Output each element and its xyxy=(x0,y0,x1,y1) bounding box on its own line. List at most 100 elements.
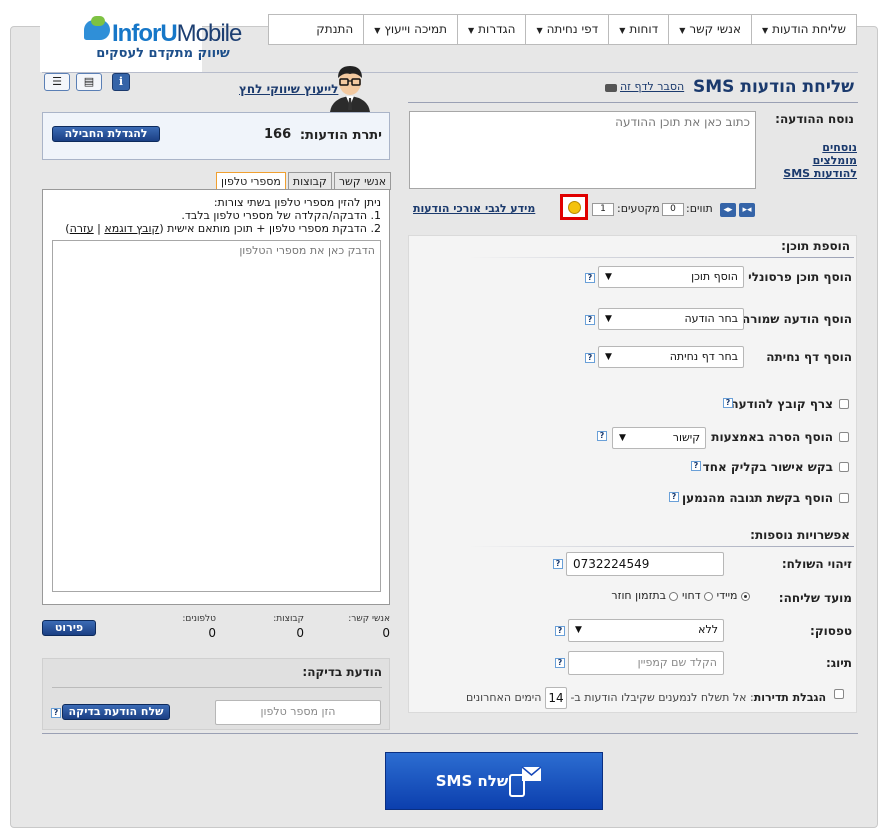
help-icon[interactable]: ? xyxy=(669,492,679,502)
help-icon[interactable]: ? xyxy=(597,431,607,441)
help-icon[interactable]: ? xyxy=(553,559,563,569)
details-button[interactable]: פירוט xyxy=(42,620,96,636)
extra-options-divider xyxy=(468,546,854,547)
tab-phone-numbers[interactable]: מספרי טלפון xyxy=(216,172,286,190)
recipient-tabs: אנשי קשר קבוצות מספרי טלפון xyxy=(214,172,392,190)
phone-instructions: ניתן להזין מספרי טלפון בשתי צורות: 1. הד… xyxy=(65,196,381,235)
landing-page-label: הוסף דף נחיתה xyxy=(766,350,852,364)
attach-file-checkbox[interactable] xyxy=(839,399,849,409)
help-icon[interactable]: ? xyxy=(555,626,565,636)
header-divider xyxy=(42,72,858,73)
phone-numbers-textarea[interactable]: הדבק כאן את מספרי הטלפון xyxy=(52,240,381,592)
upgrade-package-button[interactable]: להגדלת החבילה xyxy=(52,126,160,142)
help-icon[interactable]: ? xyxy=(51,708,61,718)
help-link[interactable]: הסבר לדף זה xyxy=(620,80,684,93)
credit-value: 166 xyxy=(264,127,292,142)
page-title: שליחת הודעות SMS xyxy=(693,77,854,97)
nav-support[interactable]: תמיכה וייעוץ▼ xyxy=(363,15,457,44)
frequency-limit-suffix: הימים האחרונים xyxy=(465,691,542,704)
radio-recurring[interactable] xyxy=(669,591,679,601)
one-click-label: בקש אישור בקליק אחד xyxy=(702,460,833,474)
frequency-limit-label: הגבלת תדירות xyxy=(753,691,826,704)
chars-label: תווים: xyxy=(686,202,713,215)
instructions-option-2: 2. הדבקת מספרי טלפון + תוכן מותאם אישית … xyxy=(65,222,381,235)
segments-label: מקטעים: xyxy=(617,202,660,215)
unsubscribe-checkbox[interactable] xyxy=(839,432,849,442)
one-click-checkbox[interactable] xyxy=(839,462,849,472)
help-link[interactable]: עזרה xyxy=(70,222,94,235)
frequency-limit-text: : אל תשלח לנמענים שקיבלו הודעות ב- xyxy=(570,691,754,704)
send-test-button[interactable]: שלח הודעת בדיקה xyxy=(62,704,170,720)
saved-message-select[interactable]: בחר הודעה ▼ xyxy=(598,308,744,330)
marketing-consult-link[interactable]: לייעוץ שיווקי לחץ xyxy=(239,82,338,96)
nav-contacts[interactable]: אנשי קשר▼ xyxy=(668,15,751,44)
help-icon[interactable]: ? xyxy=(691,461,701,471)
frequency-limit-row: הגבלת תדירות: אל תשלח לנמענים שקיבלו הוד… xyxy=(466,687,826,709)
frequency-limit-checkbox[interactable] xyxy=(834,689,844,699)
radio-delayed-label: דחוי xyxy=(681,589,701,602)
send-sms-button[interactable]: שלח SMS xyxy=(385,752,603,810)
personal-content-select[interactable]: הוסף תוכן ▼ xyxy=(598,266,744,288)
help-icon[interactable]: ? xyxy=(555,658,565,668)
message-label: נוסח ההודעה: xyxy=(775,112,854,126)
credit-label: יתרת הודעות: xyxy=(299,128,382,143)
logo-text: InforUMobile xyxy=(112,20,242,47)
info-icon[interactable]: i xyxy=(112,73,130,91)
help-icon[interactable]: ? xyxy=(585,353,595,363)
help-icon[interactable]: ? xyxy=(723,398,733,408)
sender-id-input[interactable]: 0732224549 xyxy=(566,552,724,576)
recommended-texts-link[interactable]: נוסחים מומלצים להודעות SMS xyxy=(781,141,857,180)
nav-reports[interactable]: דוחות▼ xyxy=(608,15,668,44)
template-select[interactable]: ללא ▼ xyxy=(568,619,724,642)
radio-recurring-label: בתזמון חוזר xyxy=(611,589,666,602)
flag-icon[interactable]: ▤ xyxy=(76,73,102,91)
layout-icon[interactable]: ☰ xyxy=(44,73,70,91)
nav-logout[interactable]: התנתק xyxy=(306,15,363,44)
landing-page-select[interactable]: בחר דף נחיתה ▼ xyxy=(598,346,744,368)
test-message-title: הודעת בדיקה: xyxy=(302,665,382,679)
sample-file-link[interactable]: קובץ דוגמא xyxy=(104,222,159,235)
add-content-divider xyxy=(468,257,854,258)
attach-file-label: צרף קובץ להודעה xyxy=(730,397,833,411)
tab-groups[interactable]: קבוצות xyxy=(287,172,332,190)
tab-contacts[interactable]: אנשי קשר xyxy=(333,172,392,190)
instructions-option-1: 1. הדבקה/הקלדה של מספרי טלפון בלבד. xyxy=(181,209,381,222)
saved-message-label: הוסף הודעה שמורה xyxy=(742,312,852,326)
logo[interactable]: InforUMobile שיווק מתקדם לעסקים xyxy=(40,8,242,72)
main-nav: שליחת הודעות▼ אנשי קשר▼ דוחות▼ דפי נחיתה… xyxy=(268,14,857,45)
tag-input[interactable]: הקלד שם קמפיין xyxy=(568,651,724,675)
reply-request-label: הוסף בקשת תגובה מהנמען xyxy=(681,491,833,505)
help-icon[interactable]: ? xyxy=(585,273,595,283)
phone-envelope-icon xyxy=(509,766,542,797)
text-direction-icon[interactable]: ▸◂ xyxy=(739,203,755,217)
phones-count: טלפונים: 0 xyxy=(182,614,216,640)
long-messages-link[interactable]: מידע לגבי אורכי הודעות xyxy=(413,202,535,215)
sender-id-label: זיהוי השולח: xyxy=(781,557,852,571)
reply-request-checkbox[interactable] xyxy=(839,493,849,503)
tag-label: תיוג: xyxy=(825,656,852,670)
nav-settings[interactable]: הגדרות▼ xyxy=(457,15,525,44)
print-icon[interactable] xyxy=(605,84,617,92)
frequency-days-input[interactable]: 14 xyxy=(544,687,567,709)
message-textarea[interactable]: כתוב כאן את תוכן ההודעה xyxy=(409,111,756,189)
segments-count: 1 xyxy=(592,203,614,216)
footer-divider xyxy=(42,733,858,734)
nav-send-messages[interactable]: שליחת הודעות▼ xyxy=(750,15,856,44)
help-icon[interactable]: ? xyxy=(585,315,595,325)
personal-content-label: הוסף תוכן פרסונלי xyxy=(748,270,852,284)
smiley-icon xyxy=(568,201,581,214)
emoji-button[interactable] xyxy=(560,194,588,220)
instructions-line: ניתן להזין מספרי טלפון בשתי צורות: xyxy=(213,196,381,209)
contacts-count: אנשי קשר: 0 xyxy=(348,614,390,640)
unsubscribe-label: הוסף הסרה באמצעות xyxy=(711,430,833,444)
text-direction-alt-icon[interactable]: ◂▸ xyxy=(720,203,736,217)
radio-immediate[interactable] xyxy=(741,591,750,601)
chars-count: 0 xyxy=(662,203,684,216)
test-divider xyxy=(52,687,382,688)
send-time-options: מיידי דחוי בתזמון חוזר xyxy=(570,589,750,602)
nav-landing-pages[interactable]: דפי נחיתה▼ xyxy=(525,15,608,44)
test-phone-input[interactable]: הזן מספר טלפון xyxy=(215,700,381,725)
unsubscribe-select[interactable]: קישור ▼ xyxy=(612,427,706,449)
radio-delayed[interactable] xyxy=(704,591,714,601)
radio-immediate-label: מיידי xyxy=(716,589,738,602)
